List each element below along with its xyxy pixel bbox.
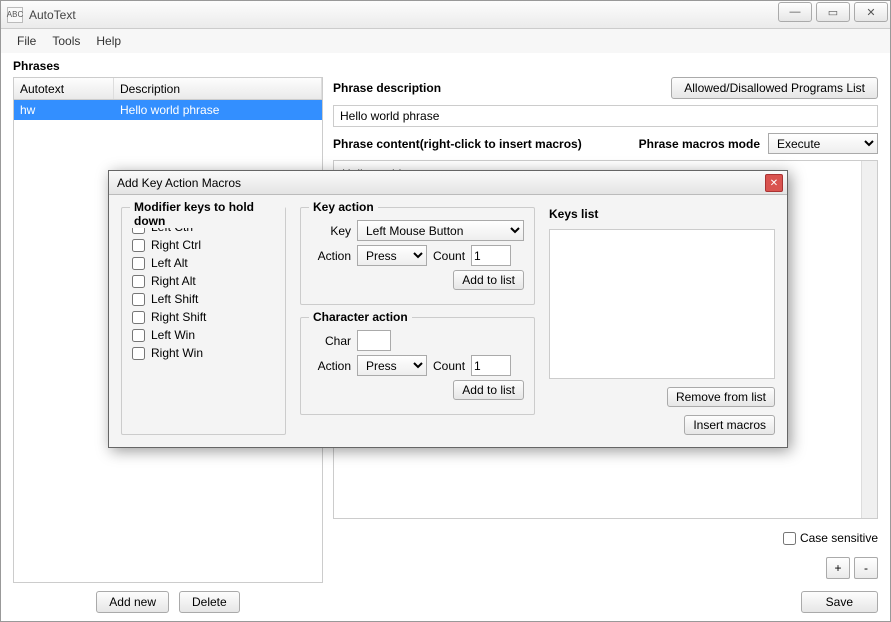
scrollbar[interactable] [861,161,877,518]
modifier-keys-group: Modifier keys to hold down Left Ctrl Rig… [121,207,286,435]
dialog-title: Add Key Action Macros [117,176,241,190]
cell-autotext: hw [14,103,114,117]
key-action-group: Key action Key Left Mouse Button Action … [300,207,535,305]
char-input[interactable] [357,330,391,351]
remove-from-list-button[interactable]: Remove from list [667,387,775,407]
modifier-right-alt[interactable]: Right Alt [132,274,275,288]
key-label: Key [311,224,351,238]
ca-action-select[interactable]: Press [357,355,427,376]
ca-action-label: Action [311,359,351,373]
save-button[interactable]: Save [801,591,878,613]
ka-count-label: Count [433,249,465,263]
macros-mode-label: Phrase macros mode [639,137,760,151]
menubar: File Tools Help [1,29,890,53]
macros-mode-select[interactable]: Execute [768,133,878,154]
modifier-keys-title: Modifier keys to hold down [130,200,285,228]
ka-count-input[interactable] [471,245,511,266]
character-action-group: Character action Char Action Press Count… [300,317,535,415]
cell-description: Hello world phrase [114,103,322,117]
case-sensitive-label: Case sensitive [800,531,878,545]
col-autotext[interactable]: Autotext [14,78,114,99]
key-action-title: Key action [309,200,378,214]
key-select[interactable]: Left Mouse Button [357,220,524,241]
case-sensitive-check[interactable]: Case sensitive [783,531,878,545]
dialog-titlebar[interactable]: Add Key Action Macros ✕ [109,171,787,195]
menu-tools[interactable]: Tools [52,34,80,48]
table-row[interactable]: hw Hello world phrase [14,100,322,120]
phrase-content-label: Phrase content(right-click to insert mac… [333,137,582,151]
add-new-button[interactable]: Add new [96,591,169,613]
col-description[interactable]: Description [114,78,322,99]
phrases-table-header: Autotext Description [13,77,323,99]
phrase-description-input[interactable] [333,105,878,127]
ka-action-label: Action [311,249,351,263]
phrases-label: Phrases [13,59,878,73]
allowed-programs-button[interactable]: Allowed/Disallowed Programs List [671,77,878,99]
titlebar[interactable]: ABC AutoText — ▭ ✕ [1,1,890,29]
case-sensitive-checkbox[interactable] [783,532,796,545]
ca-count-label: Count [433,359,465,373]
plus-button[interactable]: + [826,557,850,579]
modifier-left-alt[interactable]: Left Alt [132,256,275,270]
keys-list-box[interactable] [549,229,775,379]
ca-add-to-list-button[interactable]: Add to list [453,380,524,400]
delete-button[interactable]: Delete [179,591,240,613]
char-label: Char [311,334,351,348]
menu-file[interactable]: File [17,34,36,48]
ka-action-select[interactable]: Press [357,245,427,266]
phrase-description-label: Phrase description [333,81,441,95]
modifier-right-win[interactable]: Right Win [132,346,275,360]
character-action-title: Character action [309,310,412,324]
modifier-left-win[interactable]: Left Win [132,328,275,342]
modifier-left-shift[interactable]: Left Shift [132,292,275,306]
close-button[interactable]: ✕ [854,2,888,22]
minimize-button[interactable]: — [778,2,812,22]
modifier-right-shift[interactable]: Right Shift [132,310,275,324]
window-title: AutoText [29,8,884,22]
dialog-close-button[interactable]: ✕ [765,174,783,192]
modifier-right-ctrl[interactable]: Right Ctrl [132,238,275,252]
add-key-action-macros-dialog: Add Key Action Macros ✕ Modifier keys to… [108,170,788,448]
keys-list-label: Keys list [549,207,775,221]
app-icon: ABC [7,7,23,23]
ka-add-to-list-button[interactable]: Add to list [453,270,524,290]
menu-help[interactable]: Help [96,34,121,48]
insert-macros-button[interactable]: Insert macros [684,415,775,435]
minus-button[interactable]: - [854,557,878,579]
ca-count-input[interactable] [471,355,511,376]
maximize-button[interactable]: ▭ [816,2,850,22]
